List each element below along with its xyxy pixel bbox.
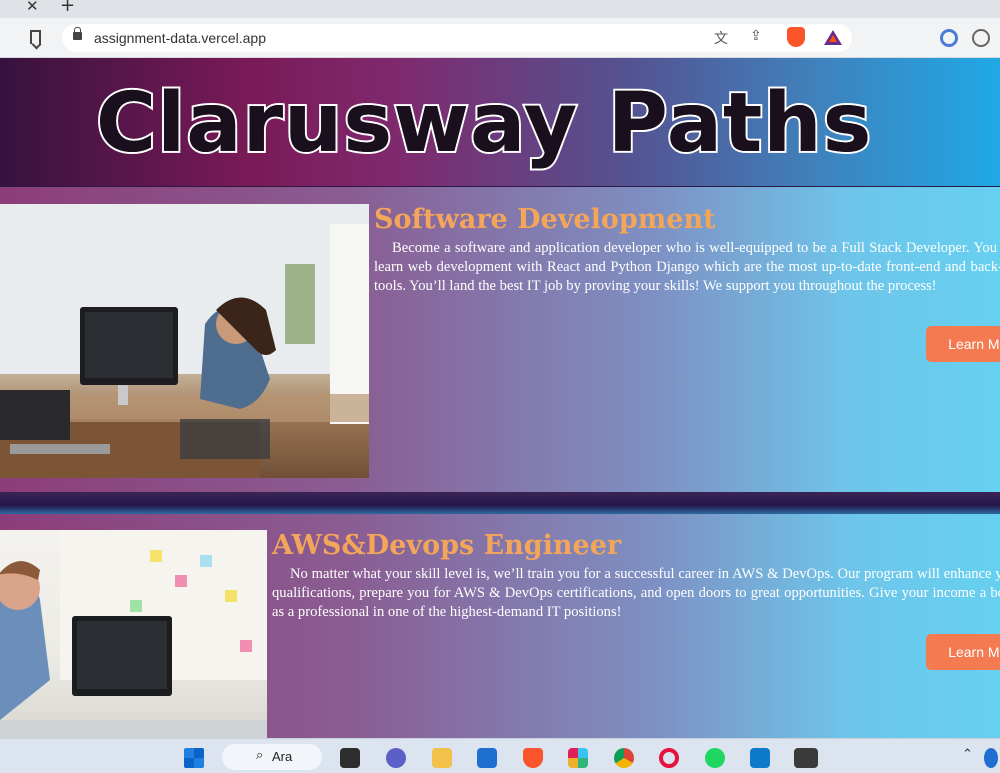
brave-rewards-icon[interactable] bbox=[824, 30, 842, 45]
start-menu-icon[interactable] bbox=[184, 748, 204, 768]
taskbar-search[interactable]: ⌕ Ara bbox=[222, 744, 322, 770]
card-description: No matter what your skill level is, we’l… bbox=[272, 566, 1000, 620]
card-title: Software Development bbox=[374, 204, 716, 235]
translate-icon[interactable]: 文 bbox=[714, 28, 728, 48]
close-tab-icon[interactable]: ✕ bbox=[26, 0, 39, 15]
windows-taskbar: ⌕ Ara ⌃ bbox=[0, 738, 1000, 773]
hero-title: Clarusway Paths Clarusway Paths bbox=[94, 74, 873, 173]
chat-icon[interactable] bbox=[386, 748, 406, 768]
screen-recorder-icon[interactable] bbox=[794, 748, 818, 768]
brave-shields-icon[interactable] bbox=[787, 27, 805, 47]
search-icon: ⌕ bbox=[256, 748, 264, 763]
hero-title-text: Clarusway Paths bbox=[96, 76, 873, 171]
developer-illustration bbox=[0, 204, 369, 478]
tab-strip: ✕ + bbox=[0, 0, 1000, 18]
vscode-icon[interactable] bbox=[750, 748, 770, 768]
extension-icon[interactable] bbox=[940, 29, 958, 47]
lock-icon[interactable] bbox=[73, 27, 82, 40]
browser-toolbar: assignment-data.vercel.app 文 ⇪ bbox=[0, 18, 1000, 58]
learn-more-button[interactable]: Learn More bbox=[926, 634, 1000, 670]
engineer-illustration bbox=[0, 530, 267, 738]
card-description: Become a software and application develo… bbox=[374, 240, 1000, 294]
url-text[interactable]: assignment-data.vercel.app bbox=[94, 30, 266, 46]
chrome-icon[interactable] bbox=[614, 748, 634, 768]
section-divider bbox=[0, 492, 1000, 514]
path-card-software-development: Software Development Become a software a… bbox=[0, 187, 1000, 492]
card-title: AWS&Devops Engineer bbox=[272, 530, 622, 561]
store-icon[interactable] bbox=[477, 748, 497, 768]
slack-icon[interactable] bbox=[568, 748, 588, 768]
share-icon[interactable]: ⇪ bbox=[750, 28, 762, 44]
new-tab-icon[interactable]: + bbox=[60, 0, 75, 16]
web-page: Clarusway Paths Clarusway Paths Software… bbox=[0, 58, 1000, 738]
developer-photo bbox=[0, 204, 369, 478]
taskbar-search-label: Ara bbox=[272, 749, 293, 764]
learn-more-button[interactable]: Learn More bbox=[926, 326, 1000, 362]
globe-icon[interactable] bbox=[972, 29, 990, 47]
tray-chevron-icon[interactable]: ⌃ bbox=[962, 747, 973, 762]
address-bar[interactable]: assignment-data.vercel.app 文 ⇪ bbox=[62, 24, 852, 52]
task-view-icon[interactable] bbox=[340, 748, 360, 768]
engineer-photo bbox=[0, 530, 267, 738]
network-icon[interactable] bbox=[984, 748, 998, 768]
hero-banner: Clarusway Paths Clarusway Paths bbox=[0, 58, 1000, 186]
file-explorer-icon[interactable] bbox=[432, 748, 452, 768]
bookmark-icon[interactable] bbox=[30, 30, 41, 44]
spotify-icon[interactable] bbox=[705, 748, 725, 768]
path-card-aws-devops: AWS&Devops Engineer No matter what your … bbox=[0, 514, 1000, 738]
opera-icon[interactable] bbox=[659, 748, 679, 768]
brave-browser-icon[interactable] bbox=[523, 748, 543, 768]
